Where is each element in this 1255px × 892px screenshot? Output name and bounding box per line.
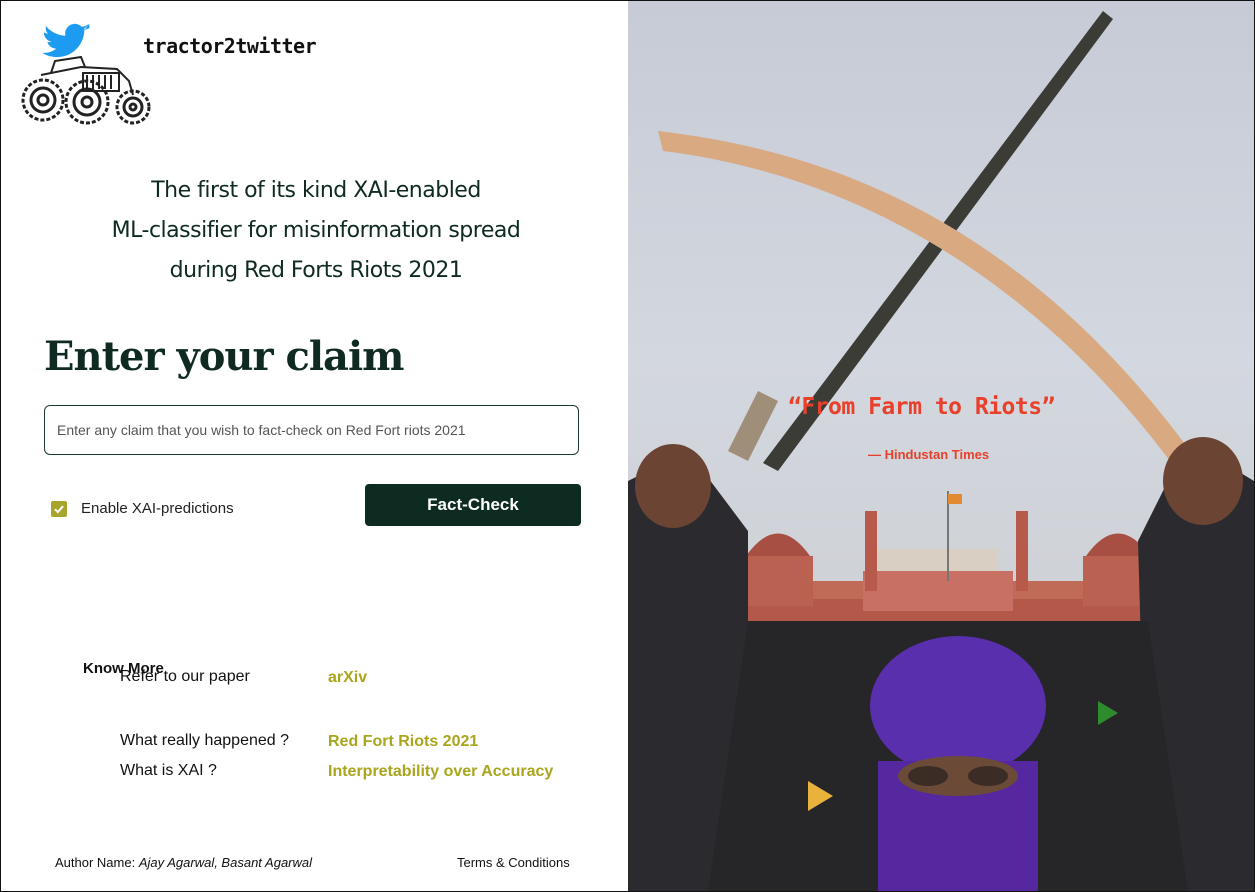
fact-check-button[interactable]: Fact-Check xyxy=(365,484,581,526)
claim-input[interactable] xyxy=(44,405,579,455)
tractor-twitter-logo-icon xyxy=(21,23,151,125)
red-fort-protest-image xyxy=(628,11,1254,891)
know-more-label-paper: Refer to our paper xyxy=(120,668,250,685)
author-prefix: Author Name: xyxy=(55,855,139,870)
red-fort-riots-link[interactable]: Red Fort Riots 2021 xyxy=(328,733,478,751)
left-panel: tractor2twitter The first of its kind XA… xyxy=(1,1,628,891)
tagline-line-2: ML-classifier for misinformation spread xyxy=(111,218,521,243)
arxiv-link[interactable]: arXiv xyxy=(328,669,367,687)
tagline-line-1: The first of its kind XAI-enabled xyxy=(151,178,481,203)
twitter-bird-icon xyxy=(42,23,90,58)
footer-author: Author Name: Ajay Agarwal, Basant Agarwa… xyxy=(55,855,312,870)
tagline: The first of its kind XAI-enabled ML-cla… xyxy=(21,171,611,291)
check-icon xyxy=(54,505,64,513)
claim-heading: Enter your claim xyxy=(44,333,404,380)
xai-predictions-toggle[interactable]: Enable XAI-predictions xyxy=(51,500,234,517)
hero-photo: “From Farm to Riots” — Hindustan Times xyxy=(628,1,1254,891)
brand-name: tractor2twitter xyxy=(143,34,317,58)
author-names: Ajay Agarwal, Basant Agarwal xyxy=(138,855,313,870)
app-frame: tractor2twitter The first of its kind XA… xyxy=(0,0,1255,892)
interpretability-link[interactable]: Interpretability over Accuracy xyxy=(328,763,553,781)
photo-quote: “From Farm to Riots” xyxy=(788,394,1055,420)
xai-checkbox[interactable] xyxy=(51,500,67,517)
terms-link[interactable]: Terms & Conditions xyxy=(457,855,570,870)
know-more-label-xai: What is XAI ? xyxy=(120,762,217,779)
tagline-line-3: during Red Forts Riots 2021 xyxy=(169,258,463,283)
photo-quote-source: — Hindustan Times xyxy=(868,447,990,462)
xai-toggle-label: Enable XAI-predictions xyxy=(81,500,234,517)
know-more-label-happened: What really happened ? xyxy=(120,732,289,749)
